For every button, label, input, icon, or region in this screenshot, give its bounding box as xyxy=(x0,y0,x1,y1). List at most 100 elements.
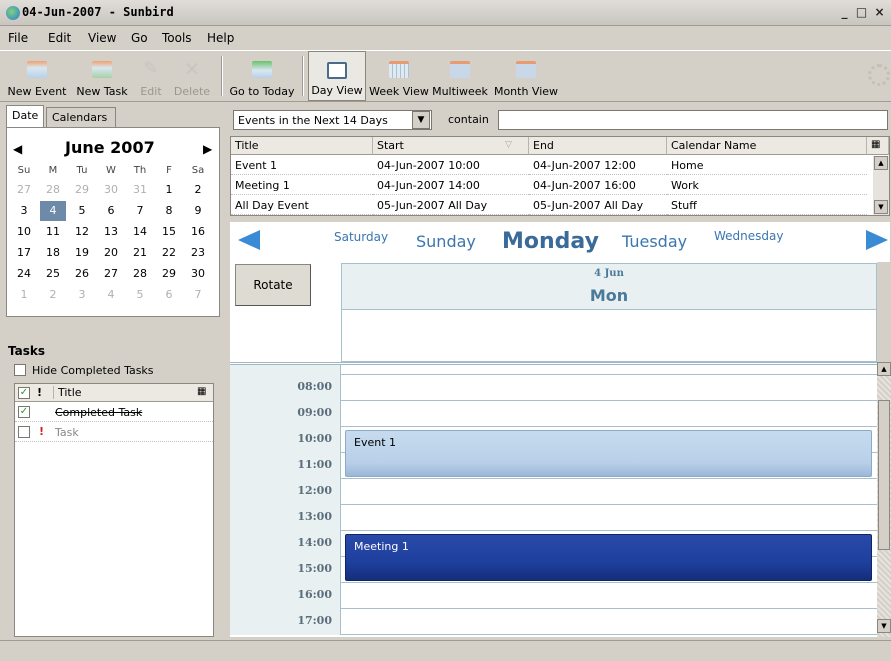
event-table-cell[interactable]: All Day Event xyxy=(231,196,373,215)
time-slot-row[interactable]: 13:00 xyxy=(230,505,877,531)
calendar-day[interactable]: 4 xyxy=(40,201,66,221)
calendar-day[interactable]: 1 xyxy=(156,180,182,200)
calendar-day[interactable]: 14 xyxy=(127,222,153,242)
calendar-day[interactable]: 30 xyxy=(98,180,124,200)
calendar-day[interactable]: 25 xyxy=(40,264,66,284)
calendar-day[interactable]: 26 xyxy=(69,264,95,284)
calendar-day[interactable]: 15 xyxy=(156,222,182,242)
menu-go[interactable]: Go xyxy=(131,31,148,45)
time-slot-row[interactable]: 08:00 xyxy=(230,375,877,401)
scroll-up-icon[interactable]: ▲ xyxy=(877,362,891,376)
calendar-day[interactable]: 5 xyxy=(127,285,153,305)
scroll-down-icon[interactable]: ▼ xyxy=(877,619,891,633)
calendar-day[interactable]: 29 xyxy=(69,180,95,200)
event-table-cell[interactable]: Event 1 xyxy=(231,156,373,175)
previous-day-arrow-icon[interactable] xyxy=(238,230,260,250)
new-event-button[interactable]: New Event xyxy=(6,51,68,101)
calendar-day[interactable]: 30 xyxy=(185,264,211,284)
day-column-header[interactable]: 4 Jun Mon xyxy=(341,263,877,310)
nav-day-sunday[interactable]: Sunday xyxy=(416,232,476,251)
dropdown-arrow-icon[interactable]: ▼ xyxy=(412,111,430,129)
calendar-day[interactable]: 24 xyxy=(11,264,37,284)
event-table-cell[interactable]: Meeting 1 xyxy=(231,176,373,195)
calendar-day[interactable]: 3 xyxy=(11,201,37,221)
column-picker-icon[interactable]: ▦ xyxy=(197,386,206,397)
done-column-icon[interactable]: ✓ xyxy=(18,387,30,399)
calendar-event[interactable]: Meeting 1 xyxy=(345,534,872,581)
scroll-up-icon[interactable]: ▲ xyxy=(874,156,888,170)
calendar-day[interactable]: 29 xyxy=(156,264,182,284)
day-view-scrollbar[interactable]: ▲ ▼ xyxy=(877,362,891,637)
column-header-title[interactable]: Title xyxy=(231,137,373,155)
event-table-cell[interactable]: 04-Jun-2007 16:00 xyxy=(529,176,667,195)
title-column-header[interactable]: Title xyxy=(53,386,193,399)
time-row-partial[interactable] xyxy=(230,365,877,375)
event-filter-select[interactable]: Events in the Next 14 Days xyxy=(233,110,432,130)
menu-edit[interactable]: Edit xyxy=(48,31,71,45)
maximize-button[interactable]: □ xyxy=(853,4,870,21)
next-month-arrow-icon[interactable]: ▶ xyxy=(203,142,212,156)
week-view-button[interactable]: Week View xyxy=(368,51,430,101)
calendar-day[interactable]: 3 xyxy=(69,285,95,305)
menu-view[interactable]: View xyxy=(88,31,116,45)
calendar-day[interactable]: 9 xyxy=(185,201,211,221)
task-done-checkbox[interactable] xyxy=(18,426,30,438)
event-table-cell[interactable]: Work xyxy=(667,176,867,195)
calendar-event[interactable]: Event 1 xyxy=(345,430,872,477)
time-slot-row[interactable]: 12:00 xyxy=(230,479,877,505)
calendar-day[interactable]: 27 xyxy=(11,180,37,200)
time-slot-row[interactable]: 17:00 xyxy=(230,609,877,635)
search-input[interactable] xyxy=(498,110,888,130)
all-day-events-area[interactable] xyxy=(341,310,877,362)
calendar-day[interactable]: 10 xyxy=(11,222,37,242)
calendar-day[interactable]: 27 xyxy=(98,264,124,284)
menu-file[interactable]: File xyxy=(8,31,28,45)
time-slot-row[interactable]: 09:00 xyxy=(230,401,877,427)
table-scrollbar[interactable]: ▲ ▼ xyxy=(873,156,889,215)
calendar-day[interactable]: 18 xyxy=(40,243,66,263)
new-task-button[interactable]: New Task xyxy=(72,51,132,101)
event-table-cell[interactable]: 04-Jun-2007 14:00 xyxy=(373,176,529,195)
calendar-day[interactable]: 22 xyxy=(156,243,182,263)
calendar-day[interactable]: 12 xyxy=(69,222,95,242)
next-day-arrow-icon[interactable] xyxy=(866,230,888,250)
time-slot-row[interactable]: 16:00 xyxy=(230,583,877,609)
nav-day-saturday[interactable]: Saturday xyxy=(334,230,388,244)
column-picker-icon[interactable]: ▦ xyxy=(867,137,889,155)
event-table-cell[interactable]: 04-Jun-2007 12:00 xyxy=(529,156,667,175)
nav-day-monday[interactable]: Monday xyxy=(502,229,599,254)
calendar-day[interactable]: 28 xyxy=(40,180,66,200)
calendar-day[interactable]: 11 xyxy=(40,222,66,242)
event-table-cell[interactable]: 04-Jun-2007 10:00 xyxy=(373,156,529,175)
edit-button[interactable]: ✎ Edit xyxy=(136,51,166,101)
scroll-thumb[interactable] xyxy=(878,400,890,550)
calendar-day[interactable]: 8 xyxy=(156,201,182,221)
calendar-day[interactable]: 7 xyxy=(185,285,211,305)
day-view-button[interactable]: Day View xyxy=(308,51,366,101)
event-table-cell[interactable]: Stuff xyxy=(667,196,867,215)
nav-day-wednesday[interactable]: Wednesday xyxy=(714,229,783,243)
task-row[interactable]: ! Task xyxy=(15,423,213,442)
task-done-checkbox[interactable]: ✓ xyxy=(18,406,30,418)
event-table-cell[interactable]: 05-Jun-2007 All Day xyxy=(373,196,529,215)
hide-completed-checkbox[interactable] xyxy=(14,364,26,376)
calendar-day[interactable]: 6 xyxy=(156,285,182,305)
calendar-day[interactable]: 23 xyxy=(185,243,211,263)
calendar-day[interactable]: 2 xyxy=(185,180,211,200)
minimize-button[interactable]: _ xyxy=(836,4,853,21)
prev-month-arrow-icon[interactable]: ◀ xyxy=(13,142,22,156)
menu-tools[interactable]: Tools xyxy=(162,31,192,45)
rotate-button[interactable]: Rotate xyxy=(235,264,311,306)
go-to-today-button[interactable]: Go to Today xyxy=(226,51,298,101)
calendar-day[interactable]: 21 xyxy=(127,243,153,263)
calendar-day[interactable]: 4 xyxy=(98,285,124,305)
menu-help[interactable]: Help xyxy=(207,31,234,45)
tab-date[interactable]: Date xyxy=(6,105,44,128)
calendar-day[interactable]: 5 xyxy=(69,201,95,221)
calendar-day[interactable]: 2 xyxy=(40,285,66,305)
calendar-day[interactable]: 6 xyxy=(98,201,124,221)
close-button[interactable]: × xyxy=(871,4,888,21)
calendar-day[interactable]: 20 xyxy=(98,243,124,263)
delete-button[interactable]: ✕ Delete xyxy=(172,51,212,101)
priority-column-header[interactable]: ! xyxy=(37,386,42,399)
